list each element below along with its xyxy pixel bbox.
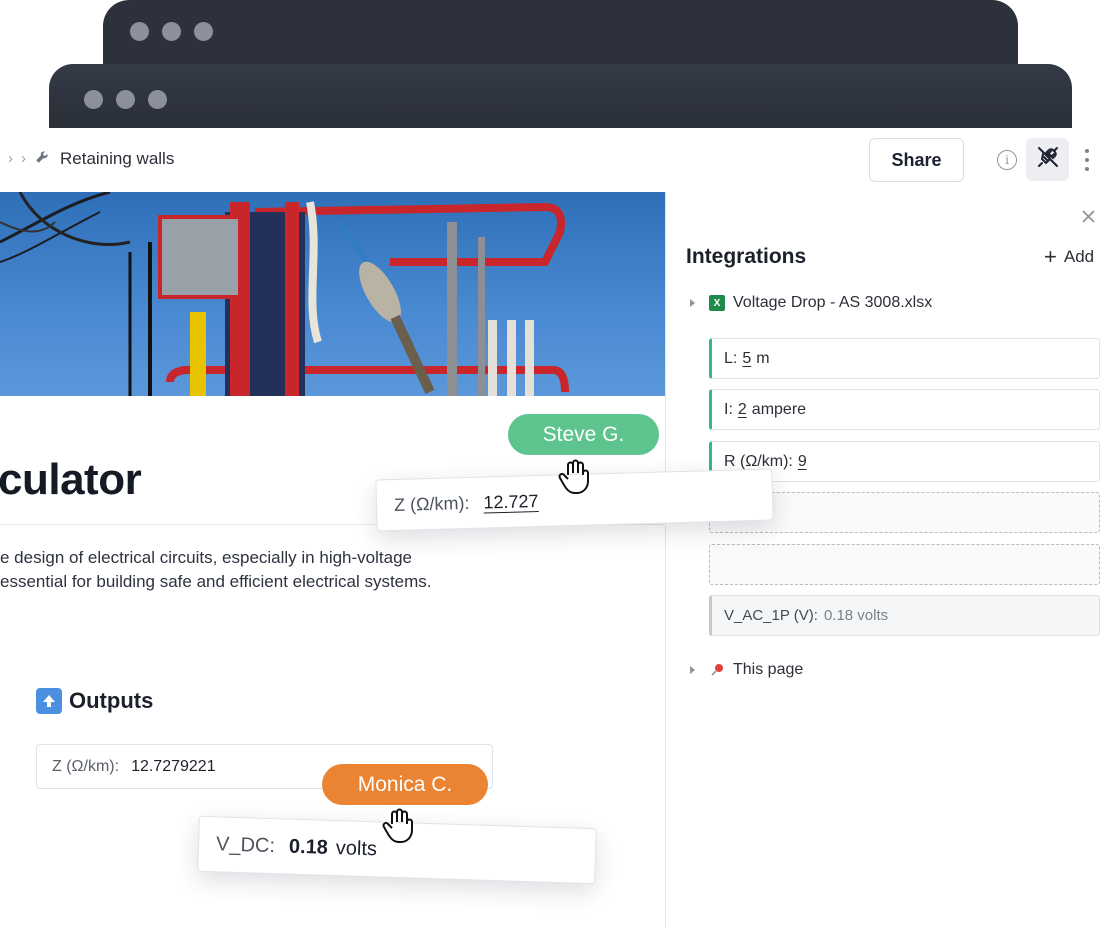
pin-icon xyxy=(709,662,725,678)
window-dot xyxy=(162,22,181,41)
window-dot[interactable] xyxy=(116,90,135,109)
input-unit: m xyxy=(756,349,770,367)
collaborator-cursor-label: Steve G. xyxy=(508,414,659,455)
caret-right-icon[interactable] xyxy=(690,666,695,674)
plus-icon: + xyxy=(1044,244,1057,269)
integration-file-name: Voltage Drop - AS 3008.xlsx xyxy=(733,294,933,311)
this-page-row[interactable]: This page xyxy=(690,661,803,679)
hero-image xyxy=(0,192,665,396)
caret-right-icon[interactable] xyxy=(690,299,695,307)
share-button[interactable]: Share xyxy=(869,138,964,182)
card-unit: volts xyxy=(335,836,378,860)
card-value: 12.727 xyxy=(483,490,539,513)
excel-icon: X xyxy=(709,295,725,311)
plug-icon xyxy=(1036,145,1060,174)
close-icon[interactable] xyxy=(1080,208,1097,225)
browser-window-titlebar xyxy=(49,64,1072,128)
chevron-right-icon: › xyxy=(21,150,26,167)
this-page-label: This page xyxy=(733,661,804,678)
integration-file-row[interactable]: X Voltage Drop - AS 3008.xlsx xyxy=(690,294,932,312)
integrations-title: Integrations xyxy=(686,245,807,268)
window-dot[interactable] xyxy=(148,90,167,109)
window-dot xyxy=(194,22,213,41)
result-value: 0.18 volts xyxy=(823,607,889,624)
drop-zone[interactable] xyxy=(709,544,1100,585)
description-line: e design of electrical circuits, especia… xyxy=(0,548,412,567)
outputs-heading: Outputs xyxy=(36,688,153,714)
up-arrow-icon xyxy=(36,688,62,714)
grab-hand-cursor-icon xyxy=(558,459,590,495)
input-unit: ampere xyxy=(751,400,807,418)
input-label: L: xyxy=(724,349,738,367)
input-field-l[interactable]: L: 5 m xyxy=(709,338,1100,379)
page-title: culator xyxy=(0,455,142,504)
grab-hand-cursor-icon xyxy=(382,808,414,844)
input-field-i[interactable]: I: 2 ampere xyxy=(709,389,1100,430)
window-dot[interactable] xyxy=(84,90,103,109)
card-value: 0.18 xyxy=(288,835,329,859)
card-label: V_DC: xyxy=(215,832,276,857)
input-value[interactable]: 2 xyxy=(738,401,747,419)
result-label: V_AC_1P (V): xyxy=(724,607,818,624)
panel-divider xyxy=(665,192,666,928)
output-label: Z (Ω/km): xyxy=(52,757,120,775)
add-label: Add xyxy=(1063,247,1095,266)
description-line: essential for building safe and efficien… xyxy=(0,572,432,591)
wrench-icon xyxy=(34,147,52,170)
integrations-toggle-button[interactable] xyxy=(1026,138,1069,181)
output-value: 12.7279221 xyxy=(131,757,216,775)
result-field-v-ac-1p: V_AC_1P (V): 0.18 volts xyxy=(709,595,1100,636)
breadcrumb: › › Retaining walls xyxy=(8,147,174,170)
add-integration-button[interactable]: + Add xyxy=(1044,244,1095,269)
window-dot xyxy=(130,22,149,41)
more-vertical-icon[interactable] xyxy=(1081,149,1093,171)
card-label: Z (Ω/km): xyxy=(393,492,470,515)
description-paragraph: e design of electrical circuits, especia… xyxy=(0,546,500,594)
breadcrumb-page-title[interactable]: Retaining walls xyxy=(60,149,174,169)
input-label: I: xyxy=(724,400,733,418)
collaborator-cursor-label: Monica C. xyxy=(322,764,488,805)
chevron-right-icon: › xyxy=(8,150,13,167)
input-value[interactable]: 9 xyxy=(798,453,807,471)
input-label: R (Ω/km): xyxy=(724,452,793,470)
outputs-heading-text: Outputs xyxy=(69,688,154,713)
input-value[interactable]: 5 xyxy=(742,350,751,368)
info-icon[interactable]: i xyxy=(997,150,1017,170)
